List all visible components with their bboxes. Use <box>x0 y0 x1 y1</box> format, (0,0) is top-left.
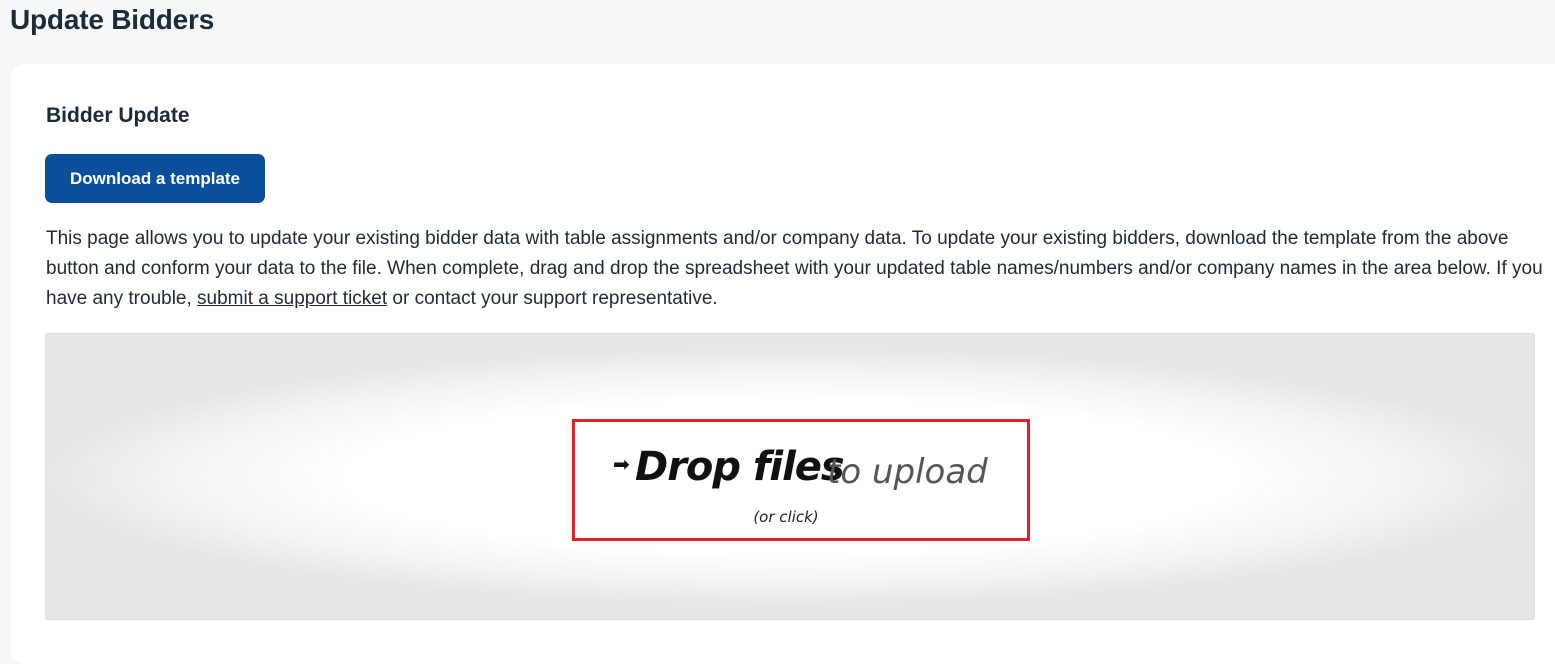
description-text: This page allows you to update your exis… <box>46 224 1546 314</box>
arrow-right-icon: ➡ <box>613 454 630 476</box>
to-upload-label: to upload <box>827 452 988 492</box>
section-title: Bidder Update <box>46 104 190 127</box>
file-dropzone[interactable]: ➡ Drop files to upload (or click) <box>45 333 1535 620</box>
drop-files-label: Drop files <box>635 444 845 490</box>
description-part-2: or contact your support representative. <box>387 288 718 309</box>
download-template-button[interactable]: Download a template <box>45 154 265 203</box>
or-click-hint: (or click) <box>753 508 819 526</box>
drop-files-prompt[interactable]: ➡ Drop files to upload (or click) <box>572 419 1030 541</box>
submit-support-ticket-link[interactable]: submit a support ticket <box>197 288 387 309</box>
bidder-update-card: Bidder Update Download a template This p… <box>10 64 1555 664</box>
page-title: Update Bidders <box>10 4 215 35</box>
